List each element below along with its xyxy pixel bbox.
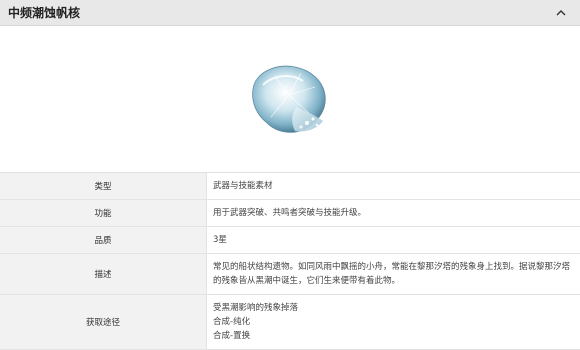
row-label: 获取途径 (0, 295, 207, 350)
section-title: 中频潮蚀帆核 (8, 4, 80, 21)
item-image-area (0, 26, 580, 173)
row-label: 类型 (0, 173, 207, 200)
table-row: 描述 常见的船状结构遗物。如同风雨中飘摇的小舟，常能在黎那汐塔的残象身上找到。据… (0, 254, 580, 295)
table-row: 类型 武器与技能素材 (0, 173, 580, 200)
source-item: 合成-置换 (213, 329, 574, 343)
section-header: 中频潮蚀帆核 (0, 0, 580, 26)
table-row: 品质 3星 (0, 227, 580, 254)
source-item: 合成-纯化 (213, 315, 574, 329)
source-item: 受黑潮影响的残象掉落 (213, 301, 574, 315)
row-value: 武器与技能素材 (207, 173, 580, 200)
row-value: 常见的船状结构遗物。如同风雨中飘摇的小舟，常能在黎那汐塔的残象身上找到。据说黎那… (207, 254, 580, 295)
chevron-up-icon[interactable] (554, 6, 568, 20)
row-label: 描述 (0, 254, 207, 295)
shell-crystal-item-image (245, 59, 335, 139)
item-info-table: 类型 武器与技能素材 功能 用于武器突破、共鸣者突破与技能升级。 品质 3星 描… (0, 173, 580, 350)
row-label: 品质 (0, 227, 207, 254)
row-value: 3星 (207, 227, 580, 254)
row-label: 功能 (0, 200, 207, 227)
row-value: 用于武器突破、共鸣者突破与技能升级。 (207, 200, 580, 227)
table-row: 获取途径 受黑潮影响的残象掉落 合成-纯化 合成-置换 (0, 295, 580, 350)
row-value: 受黑潮影响的残象掉落 合成-纯化 合成-置换 (207, 295, 580, 350)
table-row: 功能 用于武器突破、共鸣者突破与技能升级。 (0, 200, 580, 227)
